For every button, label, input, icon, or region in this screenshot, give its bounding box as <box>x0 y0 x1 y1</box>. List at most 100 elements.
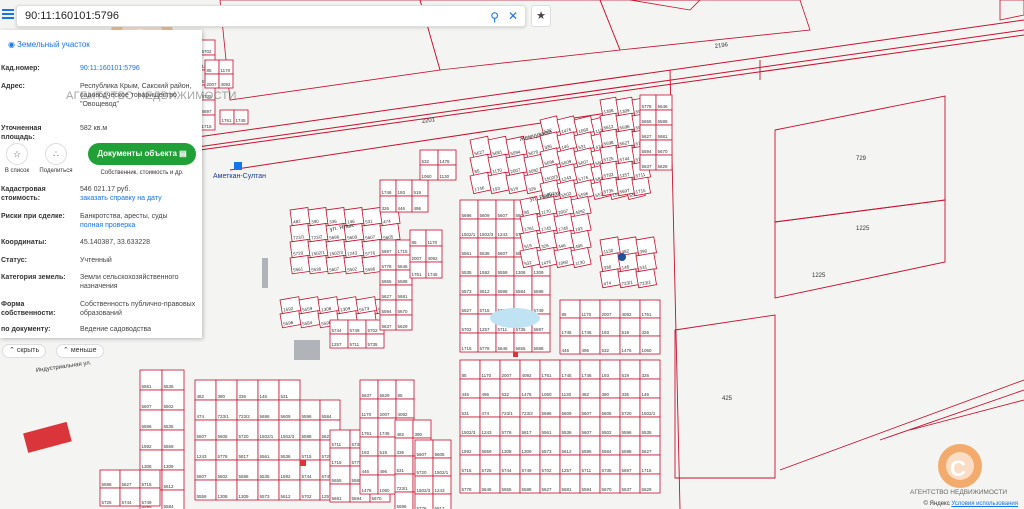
parcel-number: 5744 <box>332 328 343 333</box>
parcel-number: 2007 <box>380 412 391 417</box>
parcel-number: 1308 <box>142 464 153 469</box>
parcel-number: 5778 <box>642 104 653 109</box>
parcel-number: 5584 <box>602 449 613 454</box>
parcel-number: 1761 <box>362 431 373 436</box>
parcel-number: 5535 <box>164 424 175 429</box>
parcel-number: 496 <box>414 206 422 211</box>
parcel-number: 1502/1 <box>462 232 476 237</box>
agency-watermark: АГЕНТСТВО НЕДВИЖИМОСТИ <box>66 90 237 102</box>
svg-text:C: C <box>950 456 966 481</box>
parcel-number: 5817 <box>522 430 533 435</box>
parcel-number: 5702 <box>302 494 313 499</box>
parcel-number: 5778 <box>462 487 473 492</box>
search-bar[interactable]: 90:11:160101:5796 ⚲ ✕ <box>16 5 526 27</box>
large-parcel-number: 1225 <box>812 273 826 279</box>
parcel-number: 5744 <box>302 474 313 479</box>
parcel-number: 496 <box>380 469 388 474</box>
parcel-info-panel: ◉ Земельный участок Кад.номер: 90:11:1601… <box>0 30 202 338</box>
parcel-number: 5646 <box>398 264 409 269</box>
parcel-number: 5627 <box>382 294 393 299</box>
parcel-number: 4092 <box>522 373 533 378</box>
save-to-list-button[interactable]: ☆ В список <box>4 143 30 174</box>
parcel-number: 5502 <box>602 430 613 435</box>
parcel-number: 531 <box>281 394 289 399</box>
parcel-number: 5629 <box>398 324 409 329</box>
parcel-number: 1170 <box>428 240 438 245</box>
search-icon[interactable]: ⚲ <box>490 10 499 24</box>
parcel-number: 1309 <box>164 464 175 469</box>
favorite-star-icon[interactable]: ★ <box>531 5 551 27</box>
search-input[interactable]: 90:11:160101:5796 <box>25 10 119 22</box>
parcel-number: 5535 <box>260 474 271 479</box>
parcel-number: 723/1 <box>397 486 409 491</box>
parcel-number: 5535 <box>642 430 653 435</box>
parcel-number: 390 <box>415 432 423 437</box>
show-less-button[interactable]: ⌃ меньше <box>56 344 104 358</box>
parcel-number: 5627 <box>122 482 133 487</box>
parcel-number: 5605 <box>602 411 613 416</box>
share-icon: ∴ <box>45 143 67 165</box>
parcel-number: 1745 <box>236 118 247 123</box>
parcel-number: 390 <box>218 394 226 399</box>
parcel-number: 5817 <box>239 454 250 459</box>
parcel-number: 5637 <box>382 324 393 329</box>
parcel-number: 5749 <box>142 500 153 505</box>
documents-subtitle: Собственник, стоимость и др. <box>100 170 184 176</box>
parcel-number: 85 <box>462 373 468 378</box>
menu-icon[interactable] <box>2 7 14 19</box>
parcel-number: 1130 <box>562 392 572 397</box>
parcel-number: 5629 <box>380 393 391 398</box>
parcel-number: 5559 <box>482 449 493 454</box>
full-check-link[interactable]: полная проверка <box>80 222 135 229</box>
parcel-number: 1502/1 <box>260 434 274 439</box>
parcel-number: 5596 <box>239 474 250 479</box>
panel-title: ◉ Земельный участок <box>8 40 90 49</box>
parcel-number: 5646 <box>482 487 493 492</box>
parcel-number: 5670 <box>372 496 383 501</box>
parcel-number: 4092 <box>221 82 232 87</box>
parcel-number: 2007 <box>502 373 513 378</box>
parcel-number: 4092 <box>428 256 439 261</box>
parcel-number: 193 <box>602 373 610 378</box>
parcel-number: 5776 <box>502 430 513 435</box>
parcel-number: 5536 <box>480 251 491 256</box>
parcel-number: 1715 <box>398 249 409 254</box>
parcel-number: 5609 <box>281 414 292 419</box>
parcel-number: 5702 <box>542 468 553 473</box>
parcel-number: 5655 <box>382 279 393 284</box>
large-parcel-number: 425 <box>722 396 733 402</box>
parcel-number: 5715 <box>142 482 153 487</box>
order-certificate-link[interactable]: заказать справку на дату <box>80 195 162 202</box>
parcel-number: 5598 <box>622 449 633 454</box>
parcel-number: 5573 <box>260 494 271 499</box>
parcel-number: 5627 <box>642 134 653 139</box>
parcel-number: 5696 <box>462 213 473 218</box>
parcel-number: 1243 <box>482 430 493 435</box>
documents-button[interactable]: Документы объекта ▤ <box>88 143 196 165</box>
parcel-number: 474 <box>482 411 490 416</box>
parcel-number: 5720 <box>622 411 633 416</box>
selected-parcel-marker[interactable] <box>618 253 626 261</box>
parcel-number: 5573 <box>542 449 553 454</box>
parcel-number: 5588 <box>522 487 533 492</box>
close-icon[interactable]: ✕ <box>508 9 518 23</box>
parcel-number: 1243 <box>435 488 446 493</box>
parcel-number: 1170 <box>221 68 231 73</box>
terms-link[interactable]: Условия использования <box>951 501 1018 507</box>
parcel-number: 1592 <box>480 270 491 275</box>
parcel-number: 5697 <box>534 327 545 332</box>
parcel-number: 1060 <box>422 174 433 179</box>
star-outline-icon: ☆ <box>6 143 28 165</box>
parcel-number: 5725 <box>102 500 113 505</box>
parcel-number: 5596 <box>582 449 593 454</box>
share-button[interactable]: ∴ Поделиться <box>38 143 74 174</box>
parcel-number: 532 <box>502 392 510 397</box>
parcel-number: 5598 <box>102 482 113 487</box>
parcel-number: 5588 <box>398 279 409 284</box>
parcel-number: 5697 <box>382 249 393 254</box>
parcel[interactable] <box>469 153 492 177</box>
hide-panel-button[interactable]: ⌃ скрыть <box>2 344 47 358</box>
location-pin-icon: ◉ <box>8 40 15 49</box>
parcel-number: 1502/3 <box>417 488 431 493</box>
parcel-number: 5559 <box>164 444 175 449</box>
